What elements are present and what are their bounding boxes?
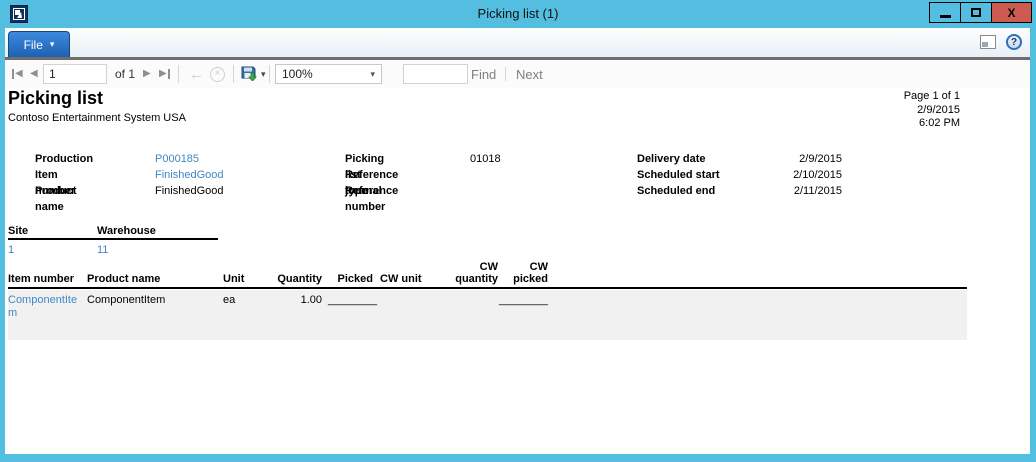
- page-number-input[interactable]: [43, 64, 107, 84]
- maximize-icon: [971, 8, 981, 17]
- table-row: ComponentItem ComponentItem ea 1.00 ____…: [5, 294, 967, 334]
- window-controls: X: [930, 2, 1032, 23]
- col-header-cw-unit: CW unit: [380, 273, 435, 285]
- maximize-button[interactable]: [960, 2, 992, 23]
- scheduled-end-label: Scheduled end: [637, 183, 715, 199]
- delivery-date-value: 2/9/2015: [742, 151, 842, 167]
- toolbar-separator: [178, 65, 179, 83]
- find-button[interactable]: Find: [471, 60, 496, 88]
- export-button[interactable]: ▾: [241, 60, 266, 88]
- report-toolbar: ◀ ◀ of 1 ▶ ▶ ← × ▾: [5, 60, 1030, 88]
- next-result-button[interactable]: Next: [516, 60, 543, 88]
- menubar-right: ?: [980, 34, 1022, 50]
- scheduled-end-value: 2/11/2015: [742, 183, 842, 199]
- next-page-icon: ▶: [143, 69, 151, 79]
- close-button[interactable]: X: [991, 2, 1032, 23]
- report-date: 2/9/2015: [795, 104, 960, 118]
- col-header-cw-picked: CW picked: [493, 261, 548, 285]
- chevron-down-icon: ▾: [370, 69, 375, 80]
- item-table-header: Item number Product name Unit Quantity P…: [5, 256, 967, 285]
- back-arrow-icon: ←: [189, 67, 204, 82]
- report-title: Picking list: [8, 88, 103, 109]
- product-name-cell: ComponentItem: [87, 294, 207, 306]
- item-table-divider: [8, 287, 967, 289]
- zoom-value: 100%: [282, 67, 313, 81]
- page-info: Page 1 of 1: [795, 90, 960, 104]
- toolbar-separator: [233, 65, 234, 83]
- report-viewer-window: Picking list (1) X File ▾ ? ◀ ◀ of 1 ▶: [0, 0, 1036, 462]
- col-header-picked: Picked: [325, 273, 373, 285]
- cancel-icon: ×: [210, 67, 225, 82]
- stop-rendering-button[interactable]: ×: [210, 60, 225, 88]
- col-header-quantity: Quantity: [252, 273, 322, 285]
- window-title: Picking list (1): [0, 0, 1036, 28]
- minimize-button[interactable]: [929, 2, 961, 23]
- cw-picked-cell: ________: [498, 294, 548, 306]
- col-header-item-number: Item number: [8, 273, 82, 285]
- chevron-down-icon: ▾: [50, 40, 55, 49]
- export-save-icon: [241, 65, 257, 84]
- picked-cell: ________: [327, 294, 377, 306]
- production-link[interactable]: P000185: [155, 151, 199, 167]
- file-menu-label: File: [24, 38, 43, 52]
- toolbar-separator: [505, 67, 506, 81]
- item-number-link[interactable]: FinishedGood: [155, 167, 224, 183]
- back-to-parent-button[interactable]: ←: [189, 60, 204, 88]
- chevron-down-icon: ▾: [261, 69, 266, 80]
- last-page-button[interactable]: ▶: [159, 60, 170, 88]
- document-map-icon[interactable]: [980, 35, 996, 49]
- scheduled-start-label: Scheduled start: [637, 167, 720, 183]
- item-number-cell-link[interactable]: ComponentItem: [8, 294, 82, 320]
- next-label: Next: [516, 67, 543, 82]
- find-label: Find: [471, 67, 496, 82]
- site-header: Site: [8, 225, 28, 237]
- menubar: File ▾ ?: [5, 28, 1030, 57]
- help-icon[interactable]: ?: [1006, 34, 1022, 50]
- warehouse-header: Warehouse: [97, 225, 156, 237]
- first-page-icon: ◀: [12, 69, 23, 79]
- previous-page-button[interactable]: ◀: [30, 60, 38, 88]
- previous-page-icon: ◀: [30, 69, 38, 79]
- scheduled-start-value: 2/10/2015: [742, 167, 842, 183]
- close-icon: X: [1007, 7, 1015, 19]
- company-name: Contoso Entertainment System USA: [8, 112, 186, 124]
- page-count-label: of 1: [115, 60, 135, 88]
- client-area: File ▾ ? ◀ ◀ of 1 ▶ ▶ ← ×: [5, 28, 1030, 454]
- zoom-select[interactable]: 100% ▾: [275, 64, 382, 84]
- reference-number-label: Reference number: [345, 183, 398, 215]
- site-link[interactable]: 1: [8, 244, 14, 256]
- find-input[interactable]: [403, 64, 468, 84]
- next-page-button[interactable]: ▶: [143, 60, 151, 88]
- minimize-icon: [940, 15, 951, 18]
- warehouse-link[interactable]: 11: [97, 244, 108, 256]
- file-menu-button[interactable]: File ▾: [8, 31, 70, 57]
- toolbar-separator: [269, 65, 270, 83]
- product-name-value: FinishedGood: [155, 183, 224, 199]
- col-header-cw-quantity: CW quantity: [438, 261, 498, 285]
- report-page: Picking list Contoso Entertainment Syste…: [5, 88, 1030, 454]
- first-page-button[interactable]: ◀: [12, 60, 23, 88]
- col-header-product-name: Product name: [87, 273, 207, 285]
- titlebar: Picking list (1) X: [0, 0, 1036, 28]
- journal-value: 01018: [470, 151, 501, 167]
- last-page-icon: ▶: [159, 69, 170, 79]
- quantity-cell: 1.00: [252, 294, 322, 306]
- product-name-label: Product name: [35, 183, 77, 215]
- report-time: 6:02 PM: [795, 117, 960, 131]
- page-info-block: Page 1 of 1 2/9/2015 6:02 PM: [795, 90, 960, 131]
- production-label: Production: [35, 151, 93, 167]
- site-table-divider: [8, 238, 218, 240]
- delivery-date-label: Delivery date: [637, 151, 705, 167]
